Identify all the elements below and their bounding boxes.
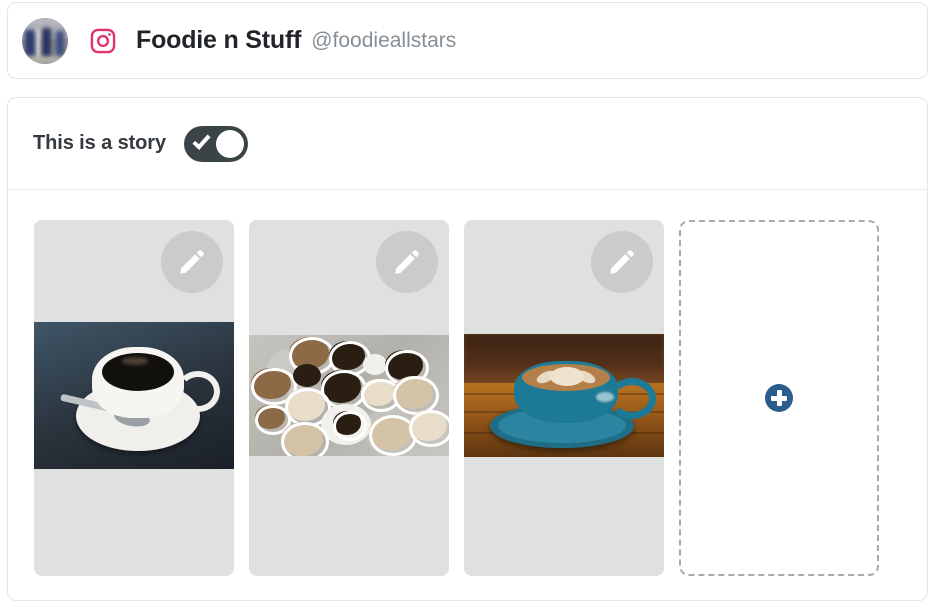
add-media-card[interactable] [679,220,879,576]
media-thumbnail [249,335,449,456]
account-name: Foodie n Stuff [136,26,302,54]
story-card: This is a story [7,97,928,601]
avatar [22,17,68,64]
edit-media-button[interactable] [591,231,653,293]
media-card[interactable] [249,220,449,576]
media-thumbnail [464,334,664,457]
story-toggle[interactable] [184,125,248,162]
check-icon [192,130,211,150]
story-header: This is a story [8,98,927,190]
account-header-card: Foodie n Stuff @foodieallstars [7,2,928,79]
media-strip [8,190,927,576]
story-editor-page: Foodie n Stuff @foodieallstars This is a… [0,0,928,608]
pencil-icon [180,250,204,274]
edit-media-button[interactable] [376,231,438,293]
account-handle: @foodieallstars [311,28,457,52]
story-title: This is a story [33,132,166,154]
media-card[interactable] [464,220,664,576]
media-thumbnail [34,322,234,469]
plus-circle-icon[interactable] [765,384,793,412]
pencil-icon [395,250,419,274]
toggle-knob [216,129,244,158]
pencil-icon [610,250,634,274]
media-card[interactable] [34,220,234,576]
edit-media-button[interactable] [161,231,223,293]
instagram-icon [88,26,118,56]
